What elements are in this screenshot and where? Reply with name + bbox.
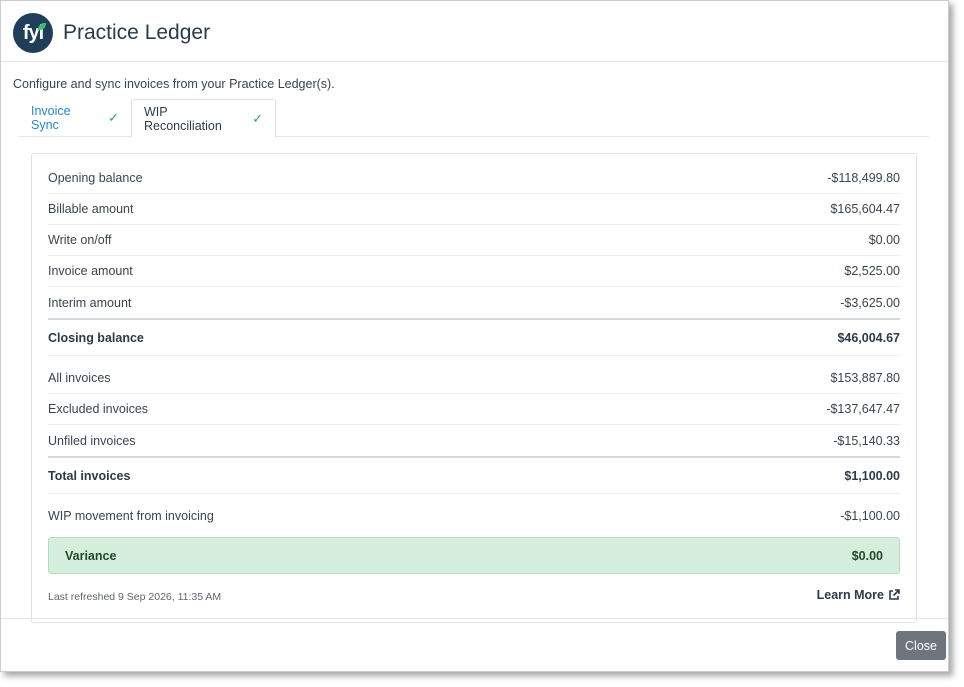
row-value: -$137,647.47 — [826, 402, 900, 416]
row-label: Write on/off — [48, 233, 112, 247]
row-total-invoices: Total invoices $1,100.00 — [48, 456, 900, 494]
check-icon: ✓ — [252, 110, 263, 126]
variance-row: Variance $0.00 — [48, 537, 900, 574]
row-value: $165,604.47 — [830, 202, 900, 216]
tab-wip-reconciliation[interactable]: WIP Reconciliation ✓ — [131, 99, 276, 138]
close-button[interactable]: Close — [896, 631, 946, 660]
row-all-invoices: All invoices $153,887.80 — [48, 363, 900, 394]
external-link-icon — [889, 589, 900, 600]
row-label: Unfiled invoices — [48, 433, 136, 448]
dialog-footer-divider — [1, 618, 948, 619]
row-label: Excluded invoices — [48, 402, 149, 416]
dialog-subtitle: Configure and sync invoices from your Pr… — [13, 77, 335, 91]
row-label: Billable amount — [48, 202, 134, 216]
row-excluded-invoices: Excluded invoices -$137,647.47 — [48, 394, 900, 425]
dialog-title: Practice Ledger — [63, 21, 211, 44]
fyi-logo: fyi — [13, 13, 53, 53]
reconciliation-panel: Opening balance -$118,499.80 Billable am… — [31, 153, 917, 623]
tab-bar: Invoice Sync ✓ WIP Reconciliation ✓ — [19, 99, 929, 138]
practice-ledger-dialog: fyi Practice Ledger Configure and sync i… — [0, 0, 949, 672]
row-wip-movement: WIP movement from invoicing -$1,100.00 — [48, 500, 900, 531]
row-label: Invoice amount — [48, 264, 133, 278]
row-value: -$15,140.33 — [833, 433, 900, 448]
row-interim-amount: Interim amount -$3,625.00 — [48, 287, 900, 318]
row-value: -$1,100.00 — [840, 508, 900, 523]
tab-label: WIP Reconciliation — [144, 104, 222, 133]
row-value: -$3,625.00 — [840, 295, 900, 310]
row-value: $2,525.00 — [844, 264, 900, 278]
last-refreshed-text: Last refreshed 9 Sep 2026, 11:35 AM — [48, 591, 222, 603]
row-value: $0.00 — [868, 233, 900, 247]
row-unfiled-invoices: Unfiled invoices -$15,140.33 — [48, 425, 900, 456]
row-write-on-off: Write on/off $0.00 — [48, 225, 900, 256]
row-value: $46,004.67 — [837, 330, 900, 345]
variance-value: $0.00 — [851, 548, 883, 563]
variance-label: Variance — [65, 548, 117, 563]
learn-more-link[interactable]: Learn More — [817, 588, 900, 602]
row-value: $1,100.00 — [844, 468, 900, 483]
row-label: Opening balance — [48, 171, 143, 185]
row-label: Total invoices — [48, 468, 131, 483]
row-label: WIP movement from invoicing — [48, 508, 214, 523]
row-label: All invoices — [48, 371, 111, 385]
row-label: Interim amount — [48, 295, 132, 310]
row-value: $153,887.80 — [830, 371, 900, 385]
row-value: -$118,499.80 — [827, 171, 900, 185]
row-opening-balance: Opening balance -$118,499.80 — [48, 163, 900, 194]
dialog-header: fyi Practice Ledger — [1, 1, 948, 62]
row-closing-balance: Closing balance $46,004.67 — [48, 318, 900, 356]
check-icon: ✓ — [108, 110, 119, 125]
tab-label: Invoice Sync — [31, 104, 71, 132]
tab-invoice-sync[interactable]: Invoice Sync ✓ — [19, 99, 131, 137]
row-label: Closing balance — [48, 330, 144, 345]
learn-more-label: Learn More — [816, 588, 884, 602]
row-invoice-amount: Invoice amount $2,525.00 — [48, 256, 900, 287]
row-billable-amount: Billable amount $165,604.47 — [48, 194, 900, 225]
